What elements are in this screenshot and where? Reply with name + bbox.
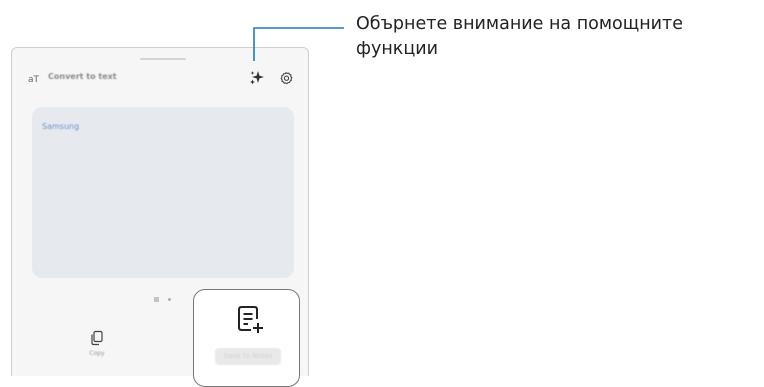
callout-text: Обърнете внимание на помощните функции (356, 14, 684, 59)
copy-label: Copy (89, 350, 105, 357)
drag-handle[interactable] (140, 58, 186, 60)
text-convert-icon: aT (28, 75, 40, 85)
converted-text: Samsung (42, 122, 80, 131)
panel-header: aT Convert to text (28, 68, 298, 90)
gear-icon[interactable] (278, 70, 294, 86)
copy-icon (91, 330, 103, 346)
page-dot-current (154, 297, 159, 302)
copy-button[interactable]: Copy (72, 328, 122, 370)
converted-text-area[interactable]: Samsung (32, 107, 294, 278)
save-to-notes-label: Save to Notes (215, 348, 281, 365)
sparkle-icon[interactable] (249, 70, 265, 86)
panel-title: Convert to text (48, 72, 117, 81)
svg-text:aT: aT (28, 75, 40, 85)
save-to-notes-button[interactable]: Save to Notes (193, 289, 300, 387)
note-add-icon (238, 306, 263, 333)
page-dot (168, 298, 171, 301)
